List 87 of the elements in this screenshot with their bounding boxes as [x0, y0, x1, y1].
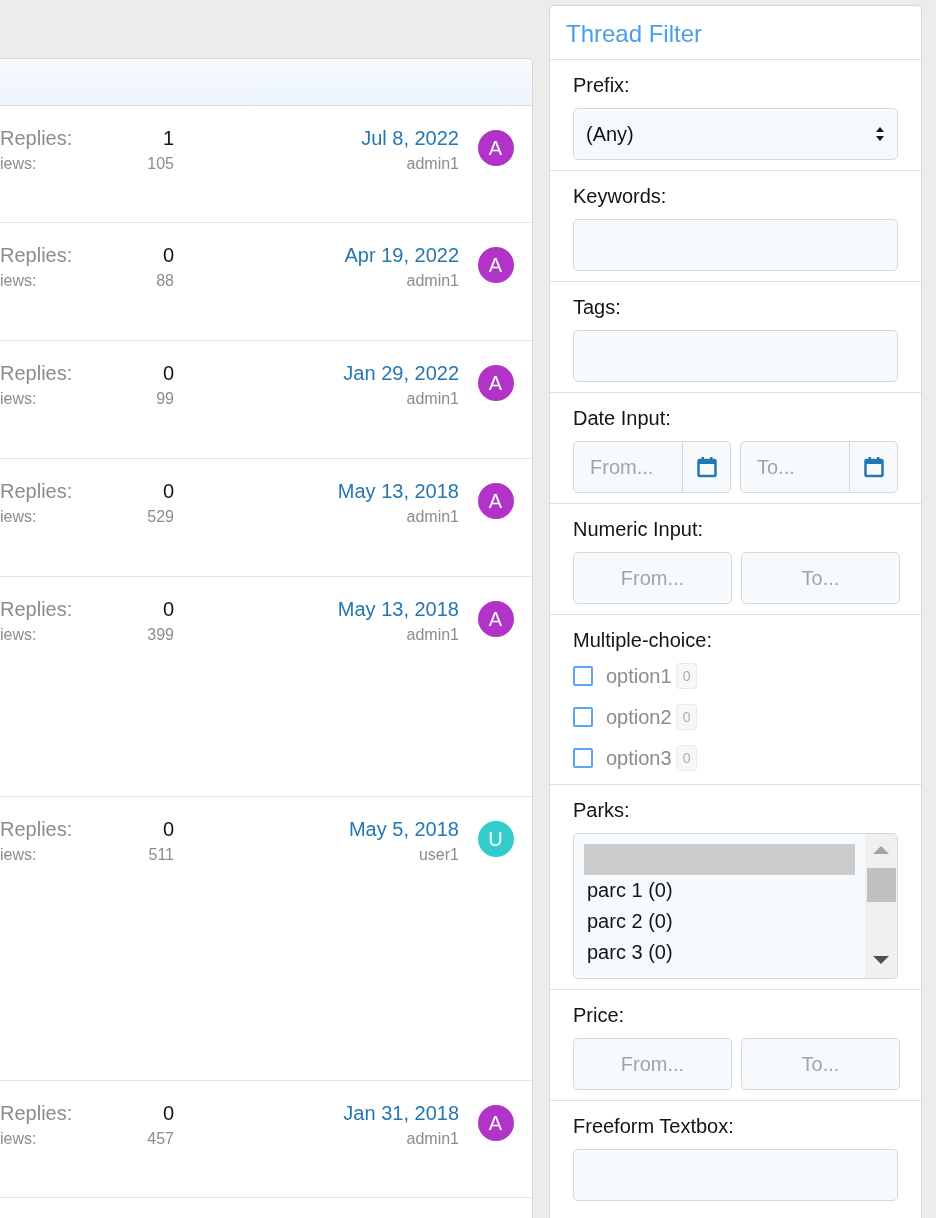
list-option[interactable]: parc 2 (0) [584, 906, 855, 937]
number-input-field[interactable]: From... [573, 1038, 732, 1090]
replies-label: Replies: [0, 243, 73, 268]
views-count: 88 [156, 271, 174, 291]
calendar-icon [863, 456, 884, 478]
replies-count: 0 [162, 817, 174, 842]
field-label: Prefix: [573, 73, 631, 98]
option-label: option2 [606, 704, 672, 730]
list-option[interactable]: parc 1 (0) [584, 875, 855, 906]
field-label: Multiple-choice: [573, 628, 713, 653]
avatar[interactable]: A [477, 1105, 514, 1141]
field-label: Keywords: [573, 184, 668, 209]
text-input-field[interactable] [573, 219, 898, 271]
last-post-date-link[interactable]: Jan 29, 2022 [343, 359, 459, 387]
views-label: iews: [0, 507, 37, 527]
field-label: Freeform Textbox: [573, 1114, 735, 1139]
avatar[interactable]: A [477, 130, 514, 166]
replies-label: Replies: [0, 597, 73, 622]
list-option[interactable]: parc 3 (0) [584, 937, 855, 968]
views-count: 529 [147, 507, 174, 527]
author-name: admin1 [406, 154, 459, 174]
views-label: iews: [0, 845, 37, 865]
count-badge: 0 [675, 662, 698, 689]
avatar[interactable]: A [477, 601, 514, 637]
replies-count: 0 [162, 597, 174, 622]
author-name: admin1 [406, 389, 459, 409]
author-name: admin1 [406, 625, 459, 645]
views-count: 399 [147, 625, 174, 645]
views-label: iews: [0, 389, 37, 409]
number-input-field[interactable]: To... [741, 1038, 900, 1090]
views-count: 457 [147, 1129, 174, 1149]
number-input-field[interactable]: To... [741, 552, 900, 604]
author-name: admin1 [406, 1129, 459, 1149]
avatar[interactable]: A [477, 483, 514, 519]
replies-label: Replies: [0, 361, 73, 386]
checkbox[interactable] [573, 706, 593, 727]
date-field-group[interactable]: To... [740, 441, 898, 493]
author-name: user1 [418, 845, 459, 865]
last-post-date-link[interactable]: Apr 19, 2022 [344, 241, 459, 269]
count-badge: 0 [675, 703, 698, 730]
views-count: 99 [156, 389, 174, 409]
views-label: iews: [0, 1129, 37, 1149]
number-input-field[interactable]: From... [573, 552, 732, 604]
checkbox[interactable] [573, 747, 593, 768]
last-post-date-link[interactable]: Jul 8, 2022 [361, 124, 459, 152]
replies-label: Replies: [0, 126, 73, 151]
replies-count: 0 [162, 361, 174, 386]
field-label: Numeric Input: [573, 517, 705, 542]
prefix-select[interactable]: (Any) [573, 108, 898, 160]
parks-listbox[interactable]: parc 1 (0) parc 2 (0) parc 3 (0) [573, 833, 898, 979]
replies-label: Replies: [0, 1101, 73, 1126]
field-label: Tags: [573, 295, 622, 320]
option-label: option3 [606, 745, 672, 771]
views-label: iews: [0, 154, 37, 174]
last-post-date-link[interactable]: May 5, 2018 [348, 815, 459, 843]
views-label: iews: [0, 625, 37, 645]
count-badge: 0 [675, 744, 698, 771]
filter-title: Thread Filter [565, 19, 704, 49]
field-label: Price: [573, 1003, 626, 1028]
option-label: option1 [606, 663, 672, 689]
last-post-date-link[interactable]: May 13, 2018 [337, 595, 459, 623]
date-field-group[interactable]: From... [573, 441, 731, 493]
replies-count: 0 [162, 479, 174, 504]
views-count: 511 [148, 845, 174, 865]
last-post-date-link[interactable]: Jan 31, 2018 [343, 1099, 459, 1127]
calendar-icon [696, 456, 717, 478]
author-name: admin1 [406, 507, 459, 527]
checkbox[interactable] [573, 665, 593, 686]
last-post-date-link[interactable]: May 13, 2018 [337, 477, 459, 505]
views-count: 105 [147, 154, 174, 174]
replies-count: 1 [162, 126, 174, 151]
scrollbar[interactable] [865, 834, 897, 978]
replies-label: Replies: [0, 479, 73, 504]
date-input-field[interactable]: To... [741, 442, 849, 492]
views-label: iews: [0, 271, 37, 291]
replies-count: 0 [162, 1101, 174, 1126]
text-input-field[interactable] [573, 1149, 898, 1201]
avatar[interactable]: A [477, 365, 514, 401]
sort-caret-icon [875, 126, 885, 142]
replies-label: Replies: [0, 817, 73, 842]
field-label: Parks: [573, 798, 631, 823]
replies-count: 0 [162, 243, 174, 268]
date-input-field[interactable]: From... [574, 442, 682, 492]
text-input-field[interactable] [573, 330, 898, 382]
author-name: admin1 [406, 271, 459, 291]
field-label: Date Input: [573, 406, 672, 431]
avatar[interactable]: A [477, 247, 514, 283]
